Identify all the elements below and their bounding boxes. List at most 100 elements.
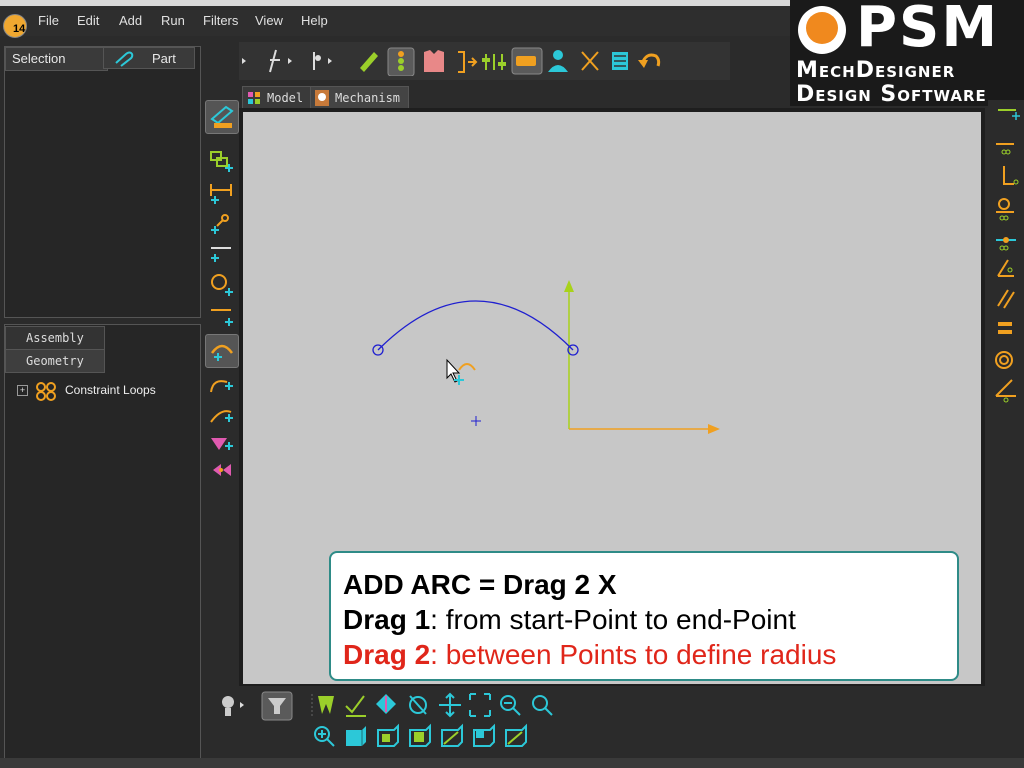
add-arc-icon xyxy=(210,344,234,361)
check-icon[interactable] xyxy=(345,695,366,717)
menu-filters[interactable]: Filters xyxy=(203,13,238,28)
zoom-window-icon[interactable] xyxy=(532,695,553,716)
part-header[interactable]: Part xyxy=(103,47,195,69)
mechanism-icon xyxy=(315,90,329,106)
model-icon xyxy=(248,92,260,104)
add-cad-line-icon[interactable] xyxy=(211,309,233,326)
add-line-icon[interactable] xyxy=(211,247,231,262)
logo-line1: MechDesigner xyxy=(796,58,956,83)
filter-icon[interactable] xyxy=(261,691,293,721)
view-top-icon[interactable] xyxy=(377,723,399,747)
callout-drag2-label: Drag 2 xyxy=(343,639,431,670)
view-toolbar-icons xyxy=(222,691,553,747)
point-on-line-icon[interactable] xyxy=(996,237,1016,251)
sketch-tools-icons xyxy=(210,151,233,476)
callout-title: ADD ARC = Drag 2 X xyxy=(343,567,945,602)
add-element-icon[interactable] xyxy=(210,151,233,172)
menu-file[interactable]: File xyxy=(38,13,59,28)
equal-constraint-icon[interactable] xyxy=(998,322,1012,334)
tooth-icon[interactable] xyxy=(318,696,334,714)
coincident-constraint-icon[interactable] xyxy=(998,109,1020,120)
pen-icon[interactable] xyxy=(360,52,378,72)
shirt-icon[interactable] xyxy=(424,50,444,72)
sketch-pencil-icon xyxy=(210,105,234,128)
expand-icon[interactable]: + xyxy=(17,385,28,396)
x-axis-arrow xyxy=(569,424,720,434)
instruction-callout: ADD ARC = Drag 2 X Drag 1: from start-Po… xyxy=(329,551,959,681)
rotate-icon[interactable] xyxy=(409,695,427,715)
tab-model-label: Model xyxy=(267,91,304,105)
tree-panel: Assembly Geometry + Constraint Loops xyxy=(4,324,201,760)
angle-constraint-icon[interactable] xyxy=(995,379,1016,403)
person-icon[interactable] xyxy=(548,50,568,72)
status-bar xyxy=(0,758,1024,768)
zoom-in-icon[interactable] xyxy=(314,726,335,747)
add-sketch-node-icon[interactable] xyxy=(213,464,231,476)
selection-header[interactable]: Selection xyxy=(5,47,108,71)
tab-mechanism[interactable]: Mechanism xyxy=(310,86,410,110)
logo-line2: Design Software xyxy=(796,82,987,107)
view-right-icon[interactable] xyxy=(409,723,431,747)
view-front-icon[interactable] xyxy=(346,726,366,746)
tab-model[interactable]: Model xyxy=(242,86,313,110)
menu-run[interactable]: Run xyxy=(161,13,185,28)
tab-assembly[interactable]: Assembly xyxy=(5,326,105,350)
view-back-icon[interactable] xyxy=(473,723,495,747)
callout-drag2-text: : between Points to define radius xyxy=(430,639,837,670)
pan-icon[interactable] xyxy=(439,692,461,718)
selection-header-label: Selection xyxy=(12,51,66,66)
sketch-arc[interactable] xyxy=(377,300,574,351)
parallel-constraint-icon[interactable] xyxy=(997,289,1015,309)
zoom-out-icon[interactable] xyxy=(500,695,521,716)
add-circle-icon[interactable] xyxy=(211,274,233,296)
tree-item-constraint-loops[interactable]: + Constraint Loops xyxy=(15,381,195,401)
add-arc-button[interactable] xyxy=(205,334,239,368)
fit-arrow-icon[interactable] xyxy=(376,694,396,714)
vertical-constraint-icon[interactable] xyxy=(1003,166,1019,185)
menu-view[interactable]: View xyxy=(255,13,283,28)
menu-edit[interactable]: Edit xyxy=(77,13,99,28)
zoom-fit-icon[interactable] xyxy=(469,693,491,717)
main-toolbar-icons xyxy=(217,47,661,76)
callout-drag1: Drag 1: from start-Point to end-Point xyxy=(343,602,945,637)
callout-drag1-label: Drag 1 xyxy=(343,604,431,635)
sliders-icon[interactable] xyxy=(482,54,506,70)
delete-icon[interactable] xyxy=(581,51,599,71)
perpendicular-constraint-icon[interactable] xyxy=(997,259,1014,277)
eraser-icon[interactable] xyxy=(511,47,543,75)
undo-icon[interactable] xyxy=(638,53,661,68)
function-icon[interactable] xyxy=(269,49,292,73)
bracket-arrow-icon[interactable] xyxy=(458,51,478,73)
list-icon[interactable] xyxy=(612,52,628,70)
traffic-light-icon[interactable] xyxy=(387,47,415,76)
psm-logo-mark xyxy=(798,6,846,54)
view-iso-icon[interactable] xyxy=(441,723,463,747)
arc-center-marker xyxy=(471,416,481,426)
menu-help[interactable]: Help xyxy=(301,13,328,28)
horizontal-constraint-icon[interactable] xyxy=(996,143,1014,155)
part-header-label: Part xyxy=(152,51,176,66)
probe-icon[interactable] xyxy=(313,52,332,70)
app-icon[interactable]: 14 xyxy=(3,14,27,38)
light-icon[interactable] xyxy=(222,696,244,716)
add-blend-icon[interactable] xyxy=(210,380,233,393)
view-bottom-icon[interactable] xyxy=(505,723,527,747)
tree-item-label: Constraint Loops xyxy=(65,383,156,397)
concentric-constraint-icon[interactable] xyxy=(995,351,1013,369)
tab-mechanism-label: Mechanism xyxy=(335,91,401,105)
constraint-tools-icons xyxy=(995,109,1020,403)
add-dimension-icon[interactable] xyxy=(210,184,232,204)
callout-drag2: Drag 2: between Points to define radius xyxy=(343,637,945,672)
tangent-constraint-icon[interactable] xyxy=(996,198,1014,221)
psm-logo: PSM MechDesigner Design Software xyxy=(790,0,1024,107)
app-version-label: 14 xyxy=(13,23,26,35)
add-point-icon[interactable] xyxy=(211,214,229,234)
add-spline-icon[interactable] xyxy=(210,410,233,423)
edit-sketch-button[interactable] xyxy=(205,100,239,134)
selection-panel: Selection Part xyxy=(4,46,201,318)
add-profile-icon[interactable] xyxy=(211,438,233,450)
tab-geometry[interactable]: Geometry xyxy=(5,349,105,373)
menu-add[interactable]: Add xyxy=(119,13,142,28)
cursor-icon xyxy=(446,358,476,385)
callout-drag1-text: : from start-Point to end-Point xyxy=(430,604,796,635)
